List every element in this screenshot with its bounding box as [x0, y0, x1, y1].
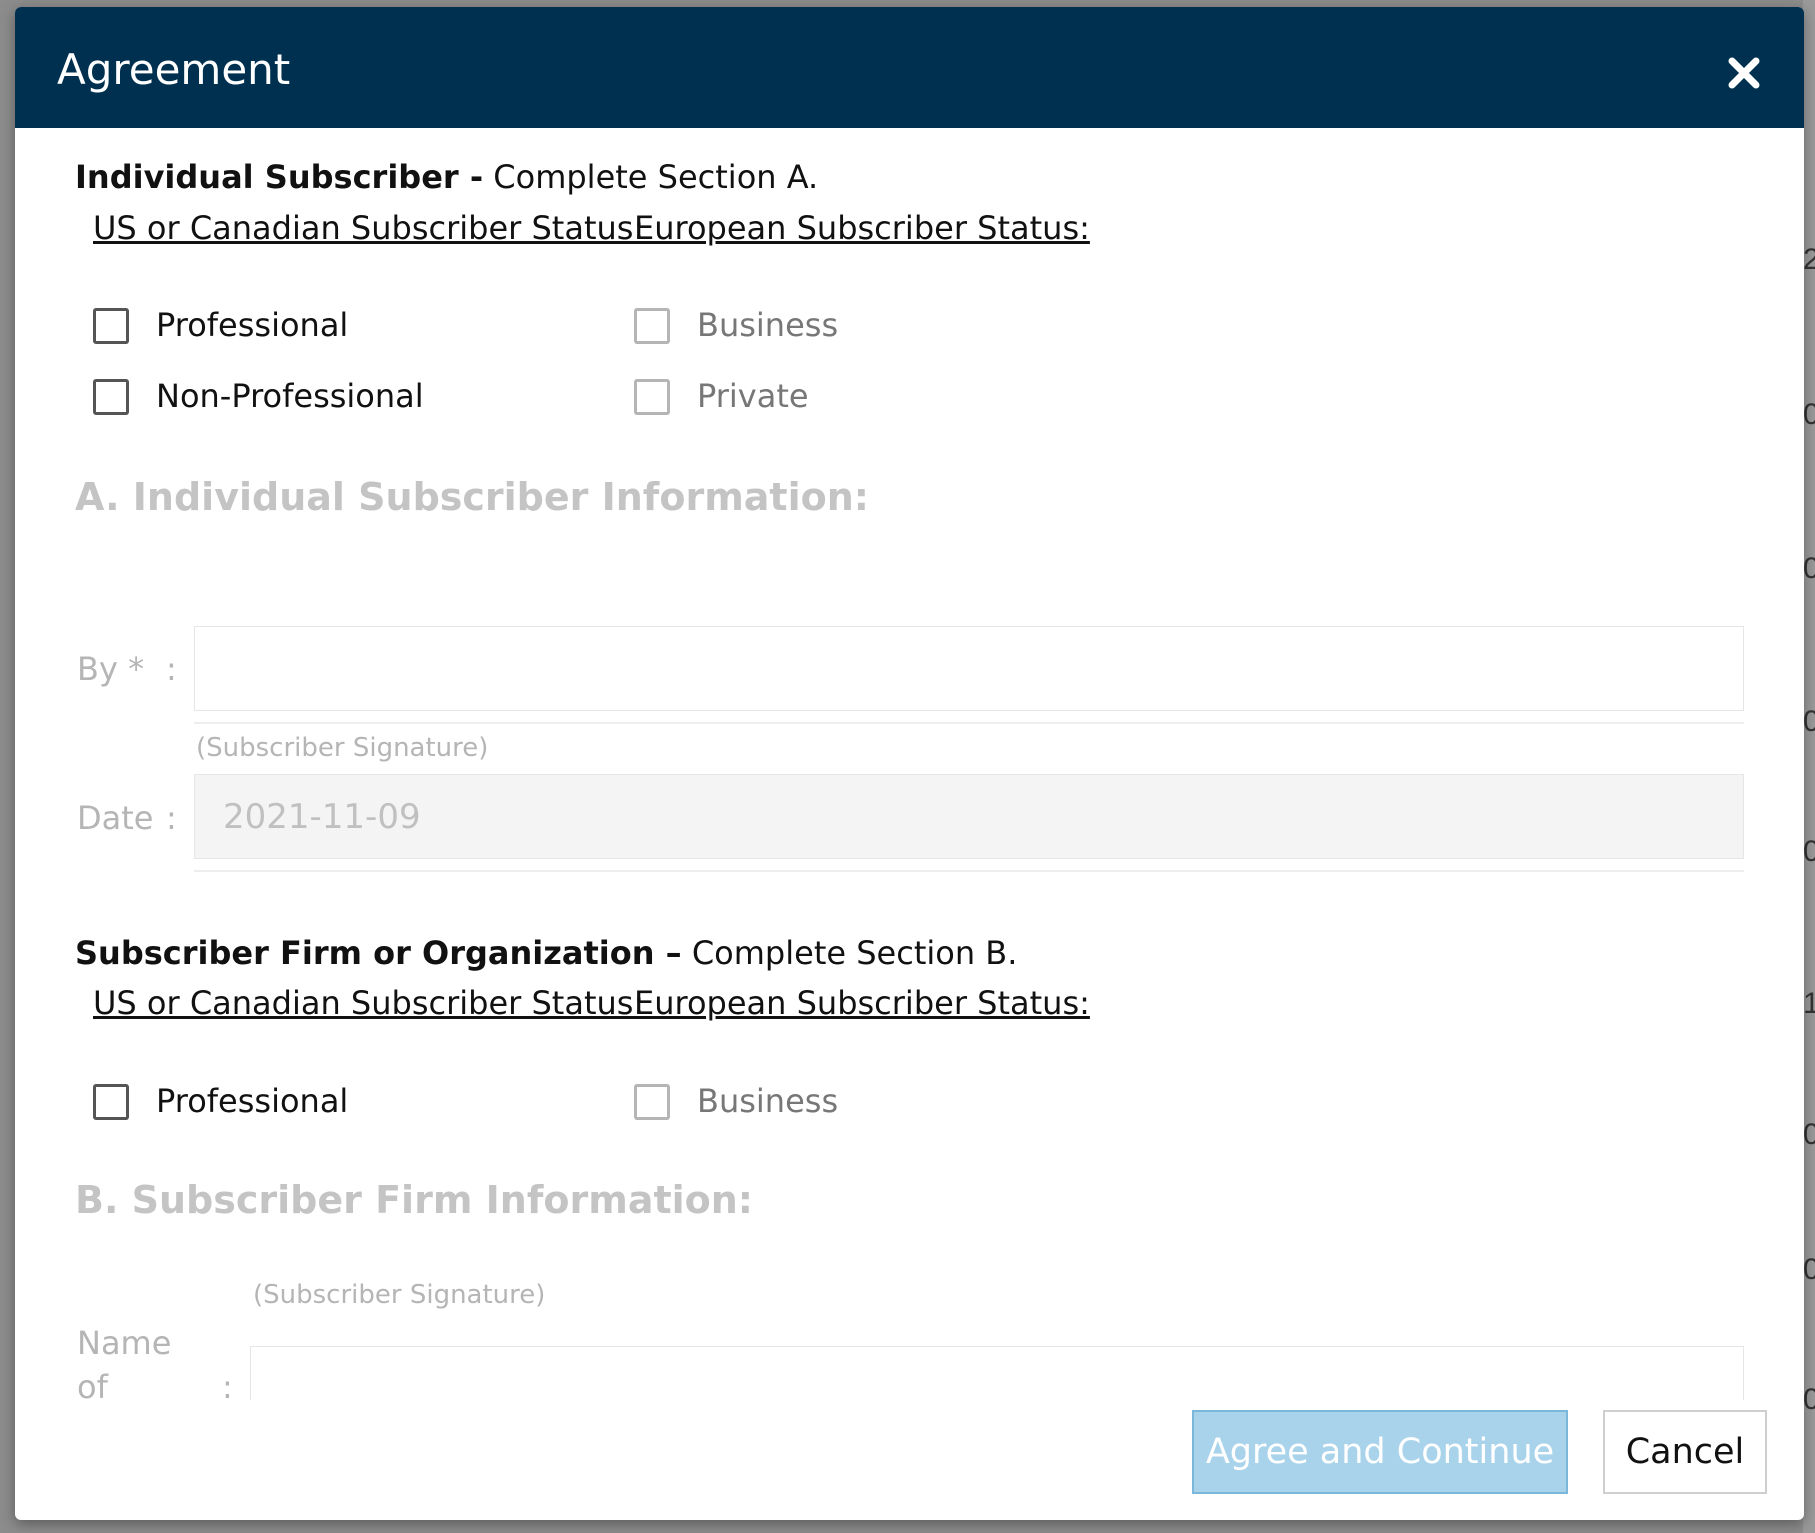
section-b-signature-hint: (Subscriber Signature) [253, 1280, 546, 1310]
section-a-heading-rest: Complete Section A. [483, 158, 819, 196]
date-input[interactable] [194, 774, 1744, 859]
dialog-body[interactable]: Individual Subscriber - Complete Section… [15, 128, 1804, 1400]
name-colon: : [222, 1368, 233, 1400]
dialog-title: Agreement [57, 45, 291, 94]
firm-name-input[interactable] [250, 1346, 1744, 1400]
non-professional-checkbox[interactable] [93, 379, 129, 415]
section-a-info-title: A. Individual Subscriber Information: [75, 475, 869, 519]
section-b-eu-status-label: European Subscriber Status: [634, 984, 1090, 1022]
agree-and-continue-button[interactable]: Agree and Continue [1192, 1410, 1568, 1494]
background-glyph: 0 [1803, 705, 1815, 738]
date-colon: : [166, 799, 177, 837]
by-label: By * [77, 650, 145, 688]
section-b-info-title: B. Subscriber Firm Information: [75, 1178, 754, 1222]
business-label: Business [697, 306, 839, 344]
by-input-underline [194, 722, 1744, 724]
private-checkbox[interactable] [634, 379, 670, 415]
agreement-dialog: Agreement Individual Subscriber - Comple… [15, 7, 1804, 1520]
dialog-header: Agreement [15, 7, 1804, 128]
business-checkbox[interactable] [634, 308, 670, 344]
private-label: Private [697, 377, 809, 415]
background-glyph: 0 [1803, 1383, 1815, 1416]
name-of-label-line2: of [77, 1368, 108, 1400]
background-glyph: 2 [1803, 243, 1815, 276]
by-colon: : [166, 650, 177, 688]
section-b-heading: Subscriber Firm or Organization – Comple… [75, 934, 1017, 972]
background-glyph: 0 [1803, 1118, 1815, 1151]
date-label: Date [77, 799, 154, 837]
non-professional-label: Non-Professional [156, 377, 424, 415]
professional-checkbox[interactable] [93, 308, 129, 344]
firm-business-label: Business [697, 1082, 839, 1120]
firm-business-checkbox[interactable] [634, 1084, 670, 1120]
professional-label: Professional [156, 306, 349, 344]
firm-professional-label: Professional [156, 1082, 349, 1120]
section-b-heading-bold: Subscriber Firm or Organization – [75, 934, 682, 972]
background-page-edge: 2 0 0 0 0 1 0 0 0 [1803, 0, 1815, 1533]
background-glyph: 1 [1803, 987, 1815, 1020]
by-signature-input[interactable] [194, 626, 1744, 711]
section-a-heading-bold: Individual Subscriber - [75, 158, 484, 196]
background-glyph: 0 [1803, 835, 1815, 868]
firm-professional-checkbox[interactable] [93, 1084, 129, 1120]
background-glyph: 0 [1803, 1253, 1815, 1286]
name-of-label: Name [77, 1324, 172, 1362]
cancel-button[interactable]: Cancel [1603, 1410, 1767, 1494]
section-b-heading-rest: Complete Section B. [681, 934, 1018, 972]
section-a-us-status-label: US or Canadian Subscriber Status: [93, 209, 645, 247]
date-input-underline [194, 870, 1744, 872]
section-a-signature-hint: (Subscriber Signature) [196, 733, 489, 763]
background-glyph: 0 [1803, 552, 1815, 585]
section-b-us-status-label: US or Canadian Subscriber Status: [93, 984, 645, 1022]
section-a-eu-status-label: European Subscriber Status: [634, 209, 1090, 247]
close-icon[interactable] [1724, 53, 1764, 93]
background-glyph: 0 [1803, 398, 1815, 431]
section-a-heading: Individual Subscriber - Complete Section… [75, 158, 818, 196]
